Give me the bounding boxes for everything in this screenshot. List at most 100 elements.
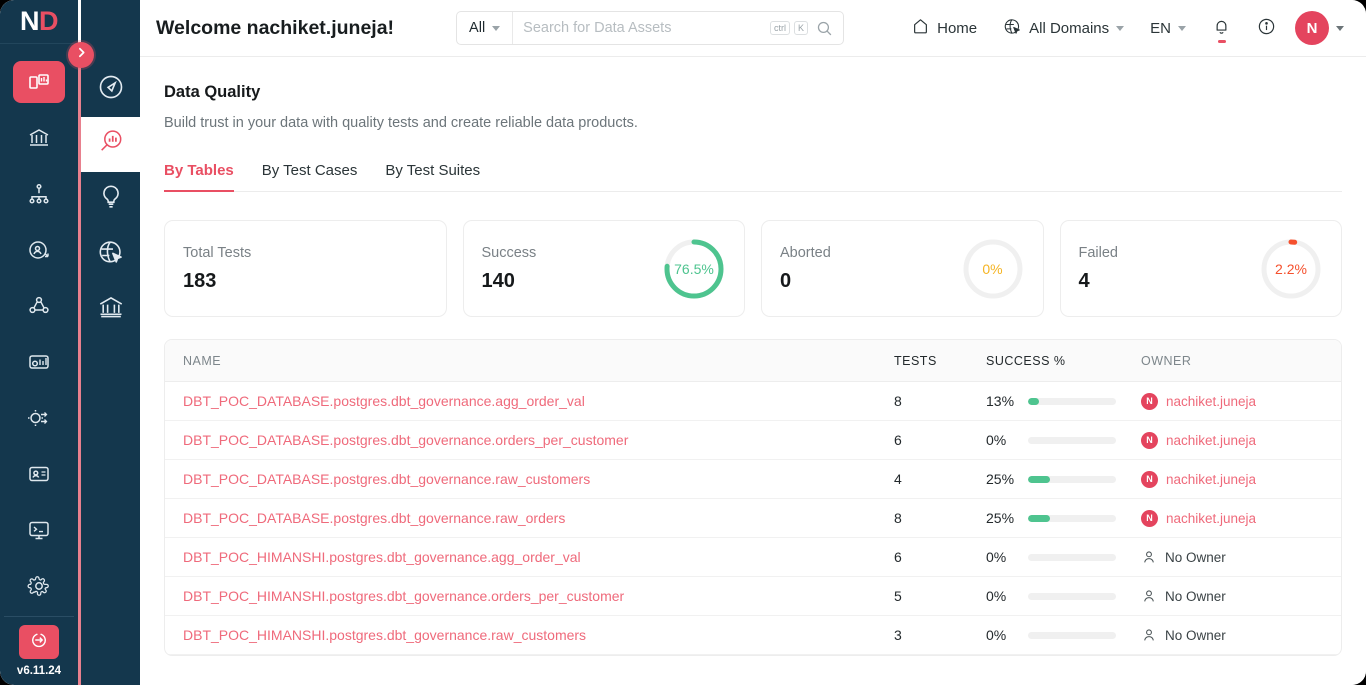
success-progress-bar: [1028, 553, 1116, 561]
bank-icon: [27, 126, 51, 150]
table-cell-owner: No Owner: [1141, 627, 1341, 643]
success-percent-text: 0%: [986, 627, 1007, 643]
stat-percent: 2.2%: [1275, 260, 1307, 277]
table-cell-tests: 3: [894, 627, 902, 643]
id-card-icon: [27, 462, 51, 486]
success-progress-bar: [1028, 514, 1116, 522]
sidebar-item-pipelines[interactable]: [13, 397, 65, 439]
search-scope-select[interactable]: All: [457, 12, 514, 44]
stat-percent: 76.5%: [674, 260, 714, 277]
table-cell-success: 0%: [986, 588, 1141, 604]
logout-icon: [29, 630, 49, 655]
table-cell-tests: 5: [894, 588, 902, 604]
stat-cards: Total Tests 183 Success 140 76.5% Aborte…: [164, 220, 1342, 317]
table-header-row: NAME TESTS SUCCESS % OWNER: [165, 340, 1341, 382]
table-cell-success: 25%: [986, 510, 1141, 526]
sidebar-item-glossary[interactable]: [13, 453, 65, 495]
brand-logo[interactable]: ND: [0, 0, 78, 44]
owner-name[interactable]: nachiket.juneja: [1166, 394, 1256, 409]
primary-sidebar: ND v6.11.24: [0, 0, 78, 685]
tab-by-test-suites[interactable]: By Test Suites: [385, 162, 480, 192]
avatar[interactable]: N: [1295, 11, 1329, 45]
table-row[interactable]: DBT_POC_DATABASE.postgres.dbt_governance…: [165, 499, 1341, 538]
search-input[interactable]: [513, 12, 771, 44]
language-label: EN: [1150, 19, 1171, 37]
user-icon: [1141, 627, 1157, 643]
sidebar-item-domains[interactable]: [81, 227, 140, 282]
sidebar-item-explore[interactable]: [13, 117, 65, 159]
sidebar-item-data-quality[interactable]: [81, 117, 140, 172]
table-cell-tests: 6: [894, 549, 902, 565]
stat-percent: 0%: [982, 260, 1003, 277]
column-header-owner: OWNER: [1141, 353, 1192, 368]
table-cell-name[interactable]: DBT_POC_DATABASE.postgres.dbt_governance…: [165, 510, 894, 526]
home-icon: [911, 17, 930, 40]
bell-icon: [1212, 17, 1231, 40]
search-icon[interactable]: [812, 20, 843, 37]
table-cell-tests: 6: [894, 432, 902, 448]
table-row[interactable]: DBT_POC_HIMANSHI.postgres.dbt_governance…: [165, 577, 1341, 616]
table-cell-name[interactable]: DBT_POC_DATABASE.postgres.dbt_governance…: [165, 471, 894, 487]
owner-name[interactable]: nachiket.juneja: [1166, 511, 1256, 526]
sidebar-item-lineage[interactable]: [13, 173, 65, 215]
chevron-down-icon: [492, 25, 501, 31]
header-actions: Home All Domains EN N: [898, 11, 1366, 45]
table-row[interactable]: DBT_POC_HIMANSHI.postgres.dbt_governance…: [165, 616, 1341, 655]
primary-nav-list: [0, 44, 78, 614]
tab-by-test-cases[interactable]: By Test Cases: [262, 162, 358, 192]
table-row[interactable]: DBT_POC_DATABASE.postgres.dbt_governance…: [165, 382, 1341, 421]
owner-avatar: N: [1141, 392, 1158, 410]
chevron-down-icon: [1178, 25, 1186, 31]
success-percent-text: 25%: [986, 471, 1015, 487]
search-scope-label: All: [469, 20, 486, 36]
table-cell-tests: 8: [894, 510, 902, 526]
hierarchy-icon: [27, 182, 51, 206]
success-percent-text: 0%: [986, 432, 1007, 448]
settings-chart-icon: [27, 350, 51, 374]
sidebar-item-dashboard[interactable]: [13, 61, 65, 103]
sidebar-item-discover[interactable]: [81, 62, 140, 117]
table-cell-owner: No Owner: [1141, 588, 1341, 604]
sidebar-item-quality[interactable]: [13, 341, 65, 383]
network-nodes-icon: [27, 294, 51, 318]
logout-button[interactable]: [19, 625, 59, 659]
sidebar-rail: [78, 55, 81, 685]
owner-name[interactable]: nachiket.juneja: [1166, 472, 1256, 487]
avatar-chevron-down-icon[interactable]: [1336, 25, 1344, 31]
success-percent-text: 25%: [986, 510, 1015, 526]
success-progress-bar: [1028, 592, 1116, 600]
domains-selector[interactable]: All Domains: [990, 17, 1137, 40]
sidebar-item-insights[interactable]: [13, 229, 65, 271]
tab-by-tables[interactable]: By Tables: [164, 162, 234, 192]
success-progress-bar: [1028, 436, 1116, 444]
language-selector[interactable]: EN: [1137, 20, 1199, 37]
domains-label: All Domains: [1029, 19, 1110, 37]
kbd-k: K: [794, 20, 809, 36]
table-cell-name[interactable]: DBT_POC_DATABASE.postgres.dbt_governance…: [165, 432, 894, 448]
user-icon: [1141, 549, 1157, 565]
sidebar-collapse-button[interactable]: [68, 42, 94, 68]
table-cell-name[interactable]: DBT_POC_HIMANSHI.postgres.dbt_governance…: [165, 627, 894, 643]
table-cell-name[interactable]: DBT_POC_HIMANSHI.postgres.dbt_governance…: [165, 549, 894, 565]
sidebar-item-settings[interactable]: [13, 565, 65, 607]
table-row[interactable]: DBT_POC_DATABASE.postgres.dbt_governance…: [165, 460, 1341, 499]
home-label: Home: [937, 19, 978, 37]
owner-name[interactable]: nachiket.juneja: [1166, 433, 1256, 448]
sidebar-item-governance[interactable]: [13, 285, 65, 327]
column-header-success: SUCCESS %: [986, 353, 1066, 368]
sidebar-item-insights-sub[interactable]: [81, 172, 140, 227]
stat-value: 0: [780, 269, 792, 292]
table-cell-owner: No Owner: [1141, 549, 1341, 565]
table-row[interactable]: DBT_POC_DATABASE.postgres.dbt_governance…: [165, 421, 1341, 460]
sidebar-item-governance-sub[interactable]: [81, 282, 140, 337]
help-button[interactable]: [1244, 17, 1289, 40]
owner-avatar: N: [1141, 431, 1158, 449]
table-cell-name[interactable]: DBT_POC_HIMANSHI.postgres.dbt_governance…: [165, 588, 894, 604]
user-icon: [1141, 588, 1157, 604]
sidebar-item-console[interactable]: [13, 509, 65, 551]
table-row[interactable]: DBT_POC_HIMANSHI.postgres.dbt_governance…: [165, 538, 1341, 577]
home-button[interactable]: Home: [898, 17, 990, 40]
table-cell-name[interactable]: DBT_POC_DATABASE.postgres.dbt_governance…: [165, 393, 894, 409]
notifications-button[interactable]: [1199, 17, 1244, 40]
column-header-name: NAME: [183, 353, 222, 368]
